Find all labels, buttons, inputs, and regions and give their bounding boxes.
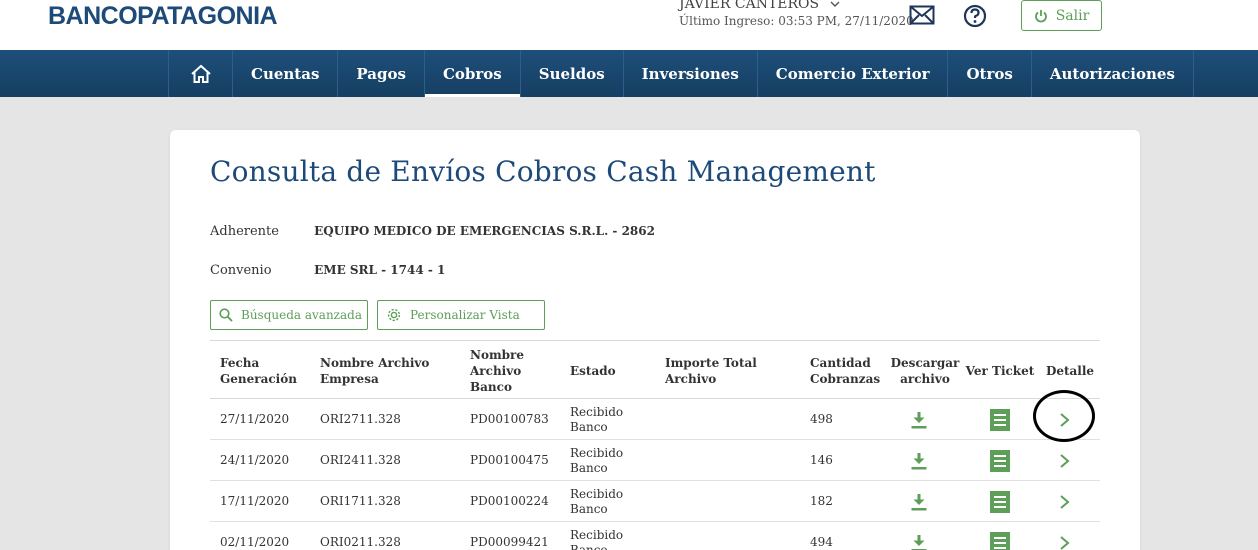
- user-name: JAVIER CANTEROS: [679, 0, 820, 12]
- download-icon[interactable]: [910, 399, 928, 440]
- nav-sueldos[interactable]: Sueldos: [519, 50, 623, 97]
- main-card: Consulta de Envíos Cobros Cash Managemen…: [170, 130, 1140, 550]
- bank-logo[interactable]: BANCOPATAGONIA: [48, 2, 278, 31]
- table-row: 02/11/2020 ORI0211.328 PD00099421 Recibi…: [210, 522, 1100, 550]
- table-row: 27/11/2020 ORI2711.328 PD00100783 Recibi…: [210, 399, 1100, 440]
- home-icon: [190, 64, 211, 83]
- cell-banco: PD00100224: [470, 494, 549, 508]
- logout-button[interactable]: Salir: [1021, 0, 1102, 31]
- cell-empresa: ORI2711.328: [320, 412, 401, 426]
- cell-estado: Recibido Banco: [570, 527, 624, 550]
- nav-comercio-exterior[interactable]: Comercio Exterior: [756, 50, 948, 97]
- cell-estado: Recibido Banco: [570, 486, 624, 516]
- power-icon: [1034, 9, 1047, 22]
- cell-cantidad: 494: [810, 535, 833, 549]
- cell-cantidad: 146: [810, 453, 833, 467]
- advanced-search-button[interactable]: Búsqueda avanzada: [210, 300, 368, 330]
- customize-view-button[interactable]: Personalizar Vista: [377, 300, 545, 330]
- cell-banco: PD00100783: [470, 412, 549, 426]
- th-nombre-banco[interactable]: Nombre Archivo Banco: [470, 341, 550, 400]
- search-icon: [219, 308, 233, 322]
- table-row: 24/11/2020 ORI2411.328 PD00100475 Recibi…: [210, 440, 1100, 481]
- nav-pagos[interactable]: Pagos: [337, 50, 424, 97]
- gear-icon: [387, 308, 401, 322]
- chevron-right-icon[interactable]: [1059, 481, 1071, 522]
- cell-empresa: ORI2411.328: [320, 453, 401, 467]
- receipt-icon[interactable]: [990, 522, 1010, 550]
- download-icon[interactable]: [910, 481, 928, 522]
- th-importe[interactable]: Importe Total Archivo: [665, 341, 805, 400]
- receipt-icon[interactable]: [990, 440, 1010, 481]
- convenio-label: Convenio: [210, 263, 272, 278]
- cell-empresa: ORI0211.328: [320, 535, 401, 549]
- nav-cuentas[interactable]: Cuentas: [232, 50, 337, 97]
- cell-cantidad: 182: [810, 494, 833, 508]
- convenio-row: Convenio EME SRL - 1744 - 1: [210, 263, 445, 278]
- cell-empresa: ORI1711.328: [320, 494, 401, 508]
- page-title: Consulta de Envíos Cobros Cash Managemen…: [210, 155, 876, 188]
- main-nav: Cuentas Pagos Cobros Sueldos Inversiones…: [0, 50, 1258, 97]
- annotation-circle: [1033, 390, 1095, 442]
- advanced-search-label: Búsqueda avanzada: [241, 308, 362, 322]
- last-login: Último Ingreso: 03:53 PM, 27/11/2020: [679, 14, 914, 28]
- cell-estado: Recibido Banco: [570, 445, 624, 475]
- cell-banco: PD00100475: [470, 453, 549, 467]
- th-nombre-empresa[interactable]: Nombre Archivo Empresa: [320, 341, 440, 400]
- download-icon[interactable]: [910, 522, 928, 550]
- cell-estado: Recibido Banco: [570, 404, 624, 434]
- convenio-value: EME SRL - 1744 - 1: [314, 263, 446, 277]
- table-header: Fecha Generación Nombre Archivo Empresa …: [210, 340, 1100, 399]
- th-estado[interactable]: Estado: [570, 341, 640, 400]
- adherente-label: Adherente: [210, 224, 279, 239]
- th-fecha[interactable]: Fecha Generación: [220, 341, 310, 400]
- nav-autorizaciones[interactable]: Autorizaciones: [1030, 50, 1194, 97]
- help-icon[interactable]: [963, 4, 987, 28]
- logout-label: Salir: [1055, 7, 1090, 24]
- nav-cobros[interactable]: Cobros: [423, 50, 520, 97]
- cell-cantidad: 498: [810, 412, 833, 426]
- nav-otros[interactable]: Otros: [947, 50, 1030, 97]
- adherente-value: EQUIPO MEDICO DE EMERGENCIAS S.R.L. - 28…: [314, 224, 655, 238]
- th-cantidad[interactable]: Cantidad Cobranzas: [810, 341, 890, 400]
- cell-fecha: 02/11/2020: [220, 535, 290, 549]
- results-table: Fecha Generación Nombre Archivo Empresa …: [210, 340, 1100, 550]
- nav-home[interactable]: [168, 50, 232, 97]
- chevron-right-icon[interactable]: [1059, 440, 1071, 481]
- receipt-icon[interactable]: [990, 481, 1010, 522]
- th-descargar: Descargar archivo: [890, 355, 960, 386]
- user-menu[interactable]: JAVIER CANTEROS: [679, 0, 914, 12]
- table-row: 17/11/2020 ORI1711.328 PD00100224 Recibi…: [210, 481, 1100, 522]
- chevron-down-icon: [830, 0, 840, 11]
- chevron-right-icon[interactable]: [1059, 522, 1071, 550]
- nav-inversiones[interactable]: Inversiones: [622, 50, 757, 97]
- cell-fecha: 17/11/2020: [220, 494, 290, 508]
- th-ticket: Ver Ticket: [965, 363, 1035, 378]
- user-block[interactable]: JAVIER CANTEROS Último Ingreso: 03:53 PM…: [679, 0, 914, 28]
- adherente-row: Adherente EQUIPO MEDICO DE EMERGENCIAS S…: [210, 224, 655, 239]
- cell-banco: PD00099421: [470, 535, 549, 549]
- download-icon[interactable]: [910, 440, 928, 481]
- cell-fecha: 24/11/2020: [220, 453, 290, 467]
- mail-icon[interactable]: [909, 5, 935, 27]
- top-header: BANCOPATAGONIA JAVIER CANTEROS Último In…: [0, 0, 1258, 50]
- customize-view-label: Personalizar Vista: [410, 308, 520, 322]
- receipt-icon[interactable]: [990, 399, 1010, 440]
- cell-fecha: 27/11/2020: [220, 412, 290, 426]
